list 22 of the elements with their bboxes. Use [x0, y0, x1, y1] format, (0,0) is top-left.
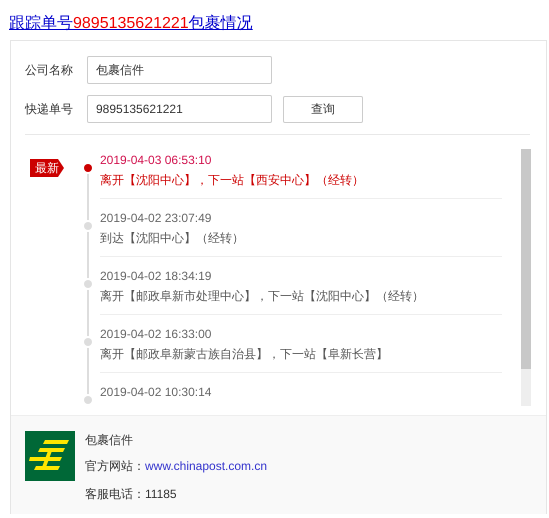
text-field[interactable]: 包裹信件: [87, 56, 272, 84]
company-name: 包裹信件: [85, 432, 134, 449]
event-time: 2019-04-03 06:53:10: [100, 152, 212, 169]
scrollbar[interactable]: [521, 149, 531, 406]
event-time: 2019-04-02 10:30:14: [100, 384, 212, 401]
event-description: 到达【沈阳中心】（经转）: [100, 230, 245, 247]
event-time: 2019-04-02 23:07:49: [100, 210, 212, 227]
website-label: 官方网站：: [85, 459, 145, 473]
logo-icon: [25, 431, 75, 481]
query-button[interactable]: 查询: [283, 96, 363, 122]
event-description: 离开【邮政阜新蒙古族自治县】，下一站【阜新长营】: [100, 346, 389, 363]
text-field[interactable]: 9895135621221: [87, 95, 272, 123]
event-time: 2019-04-02 16:33:00: [100, 326, 212, 343]
website-link[interactable]: www.chinapost.com.cn: [145, 459, 268, 473]
event-description: 离开【沈阳中心】，下一站【西安中心】（经转）: [100, 172, 365, 189]
phone-number: 11185: [145, 487, 177, 501]
field-label: 快递单号: [25, 100, 74, 118]
latest-badge: 最新: [30, 159, 64, 177]
event-time: 2019-04-02 18:34:19: [100, 268, 212, 285]
event-description: 离开【邮政阜新市处理中心】，下一站【沈阳中心】（经转）: [100, 288, 425, 305]
field-label: 公司名称: [25, 62, 74, 78]
phone-label: 客服电话：: [85, 487, 145, 501]
